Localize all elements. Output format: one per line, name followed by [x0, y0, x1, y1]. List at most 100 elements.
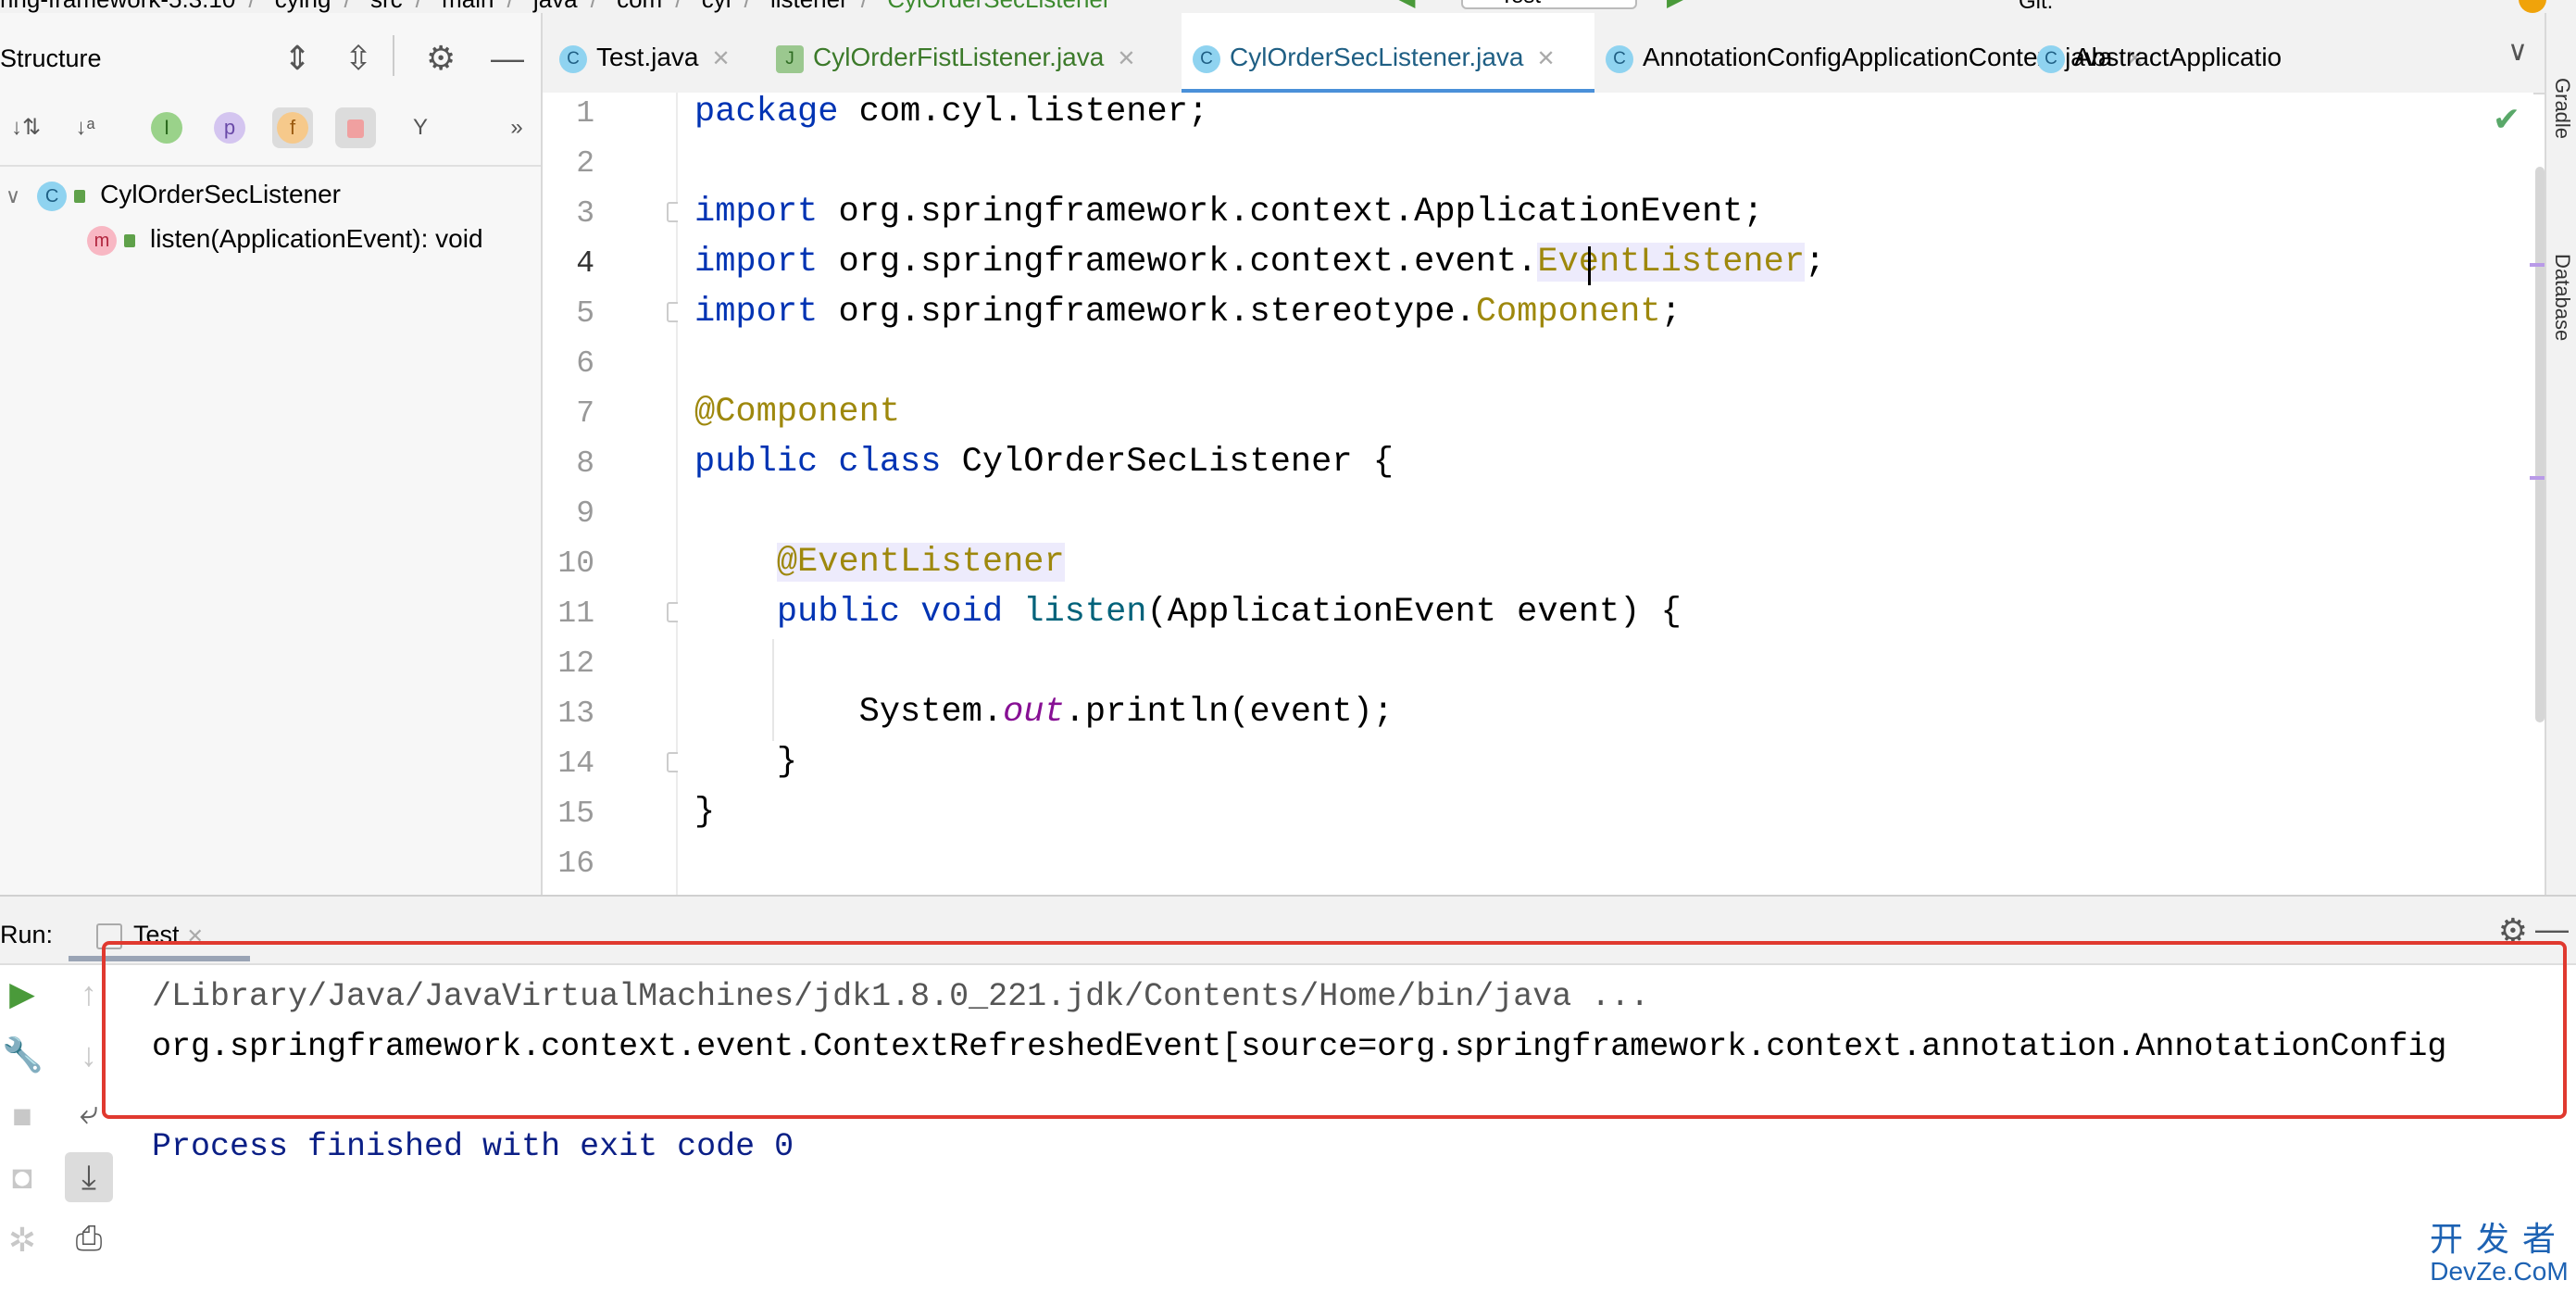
line-number: 2	[576, 146, 594, 181]
code-line: import org.springframework.context.Appli…	[694, 193, 1764, 232]
line-number: 11	[557, 596, 594, 631]
token-text: System.	[694, 693, 1004, 732]
line-number: 7	[576, 396, 594, 431]
chevron-down-icon[interactable]: ∨	[6, 184, 20, 207]
wrench-icon[interactable]: 🔧	[2, 1036, 44, 1074]
console-line-process-finished: Process finished with exit code 0	[152, 1128, 794, 1165]
code-line: import org.springframework.stereotype.Co…	[694, 293, 1682, 332]
code-editor[interactable]: package com.cyl.listener; import org.spr…	[678, 93, 2533, 895]
class-icon: C	[559, 44, 587, 73]
tree-node-class[interactable]: ∨ C CylOrderSecListener	[6, 180, 341, 211]
line-number: 4	[576, 246, 594, 281]
token-class: Component	[1475, 293, 1661, 332]
breadcrumb-item[interactable]: java	[533, 0, 578, 13]
run-config-label: Test	[1500, 0, 1541, 8]
code-line: public void listen(ApplicationEvent even…	[694, 593, 1682, 632]
breadcrumb-item[interactable]: cylhg	[275, 0, 331, 13]
token-class: EventListener	[1537, 243, 1806, 282]
close-icon[interactable]: ✕	[712, 46, 731, 71]
structure-panel: Structure ⇕ ⇳ ⚙ — ↓⇅ ↓ᵃ I p f Y » ∨ C CylO…	[0, 13, 543, 895]
navigation-bar: ring-framework-5.3.10/ cylhg/ src/ main/…	[0, 0, 2576, 13]
token-text: com.cyl.listener;	[858, 93, 1209, 132]
tab-cylordersec-listener-java[interactable]: C CylOrderSecListener.java ✕	[1182, 13, 1594, 94]
camera-icon[interactable]: ◘	[2, 1158, 43, 1197]
line-number: 5	[576, 296, 594, 331]
line-number: 12	[557, 646, 594, 681]
show-fields-icon[interactable]: f	[272, 107, 313, 148]
class-icon: C	[1193, 44, 1220, 73]
token-text: org.springframework.context.ApplicationE…	[838, 193, 1764, 232]
database-tool-tab[interactable]: Database	[2550, 254, 2574, 341]
show-properties-icon[interactable]: p	[209, 107, 250, 148]
navigate-icon[interactable]: Y	[400, 107, 441, 148]
scroll-to-end-icon[interactable]: ⤓	[65, 1152, 113, 1202]
more-icon[interactable]: »	[496, 107, 537, 148]
run-icon[interactable]: ▶	[1667, 0, 1683, 12]
watermark-en: DevZe.CoM	[2430, 1257, 2569, 1286]
line-number: 8	[576, 446, 594, 481]
rerun-icon[interactable]: ▶	[2, 974, 43, 1013]
gradle-tool-tab[interactable]: Gradle	[2550, 78, 2574, 139]
class-icon: C	[37, 181, 68, 211]
text-cursor	[1588, 246, 1591, 285]
token-keyword: package	[694, 93, 859, 132]
vertical-scrollbar[interactable]	[2535, 167, 2545, 722]
run-label: Run:	[0, 921, 54, 948]
line-number: 1	[576, 96, 594, 131]
tree-node-method[interactable]: m listen(ApplicationEvent): void	[87, 224, 483, 256]
collapse-all-icon[interactable]: ⇳	[344, 39, 372, 78]
pin-icon[interactable]: ✲	[2, 1221, 43, 1260]
token-keyword: import	[694, 193, 839, 232]
token-keyword: public void	[694, 593, 1024, 632]
tab-abstractapplicationcontext[interactable]: C AbstractApplicatio	[2037, 13, 2282, 93]
line-number: 3	[576, 196, 594, 231]
token-text: org.springframework.context.event.	[838, 243, 1538, 282]
gear-icon[interactable]: ⚙	[426, 39, 456, 78]
breadcrumb: ring-framework-5.3.10/ cylhg/ src/ main/…	[0, 0, 1124, 13]
inspection-ok-icon[interactable]: ✔	[2493, 100, 2520, 139]
breadcrumb-item[interactable]: cyl	[702, 0, 732, 13]
token-static-field: out	[1003, 693, 1065, 732]
watermark-cn: 开发者	[2429, 1220, 2569, 1258]
token-method: listen	[1023, 593, 1147, 632]
code-line: System.out.println(event);	[694, 693, 1394, 732]
breadcrumb-item[interactable]: ring-framework-5.3.10	[0, 0, 235, 13]
code-line: public class CylOrderSecListener {	[694, 443, 1394, 482]
tab-label: CylOrderSecListener.java	[1230, 43, 1524, 71]
sort-by-type-icon[interactable]: ↓⇅	[6, 107, 46, 148]
expand-all-icon[interactable]: ⇕	[283, 39, 311, 78]
public-icon	[74, 189, 86, 203]
breadcrumb-item[interactable]: main	[442, 0, 494, 13]
hide-panel-icon[interactable]: —	[491, 39, 524, 78]
token-text: ;	[1660, 293, 1682, 332]
sort-alphabetically-icon[interactable]: ↓ᵃ	[65, 107, 106, 148]
code-line: @Component	[694, 393, 901, 432]
close-icon[interactable]: ✕	[1117, 46, 1135, 71]
print-icon[interactable]: ⎙	[69, 1219, 109, 1259]
token-keyword: public class	[694, 443, 962, 482]
token-text: .println(event);	[1064, 693, 1394, 732]
breadcrumb-item[interactable]: CylOrderSecListener	[887, 0, 1110, 13]
show-inherited-icon[interactable]: I	[146, 107, 187, 148]
tab-test-java[interactable]: C Test.java ✕	[559, 13, 731, 93]
structure-title: Structure	[0, 44, 102, 72]
notification-icon[interactable]	[2519, 0, 2546, 13]
tab-label: Test.java	[596, 43, 699, 71]
token-text: org.springframework.stereotype.	[838, 293, 1476, 332]
class-name: CylOrderSecListener	[100, 180, 341, 208]
token-text: ;	[1805, 243, 1826, 282]
breadcrumb-item[interactable]: src	[370, 0, 403, 13]
show-non-public-icon[interactable]	[335, 107, 376, 148]
chevron-down-icon[interactable]: ∨	[2507, 35, 2528, 68]
back-arrow-icon[interactable]: ◀	[1398, 0, 1415, 12]
token-keyword: import	[694, 293, 839, 332]
breadcrumb-item[interactable]: listener	[770, 0, 848, 13]
tab-cylorderfistlistener-java[interactable]: J CylOrderFistListener.java ✕	[776, 13, 1135, 93]
close-icon[interactable]: ✕	[1536, 46, 1555, 71]
method-icon: m	[87, 225, 117, 256]
breadcrumb-item[interactable]: com	[617, 0, 662, 13]
run-config-select[interactable]: Test	[1461, 0, 1637, 9]
token-annotation: @EventListener	[776, 543, 1065, 582]
stop-icon[interactable]: ■	[2, 1097, 43, 1136]
